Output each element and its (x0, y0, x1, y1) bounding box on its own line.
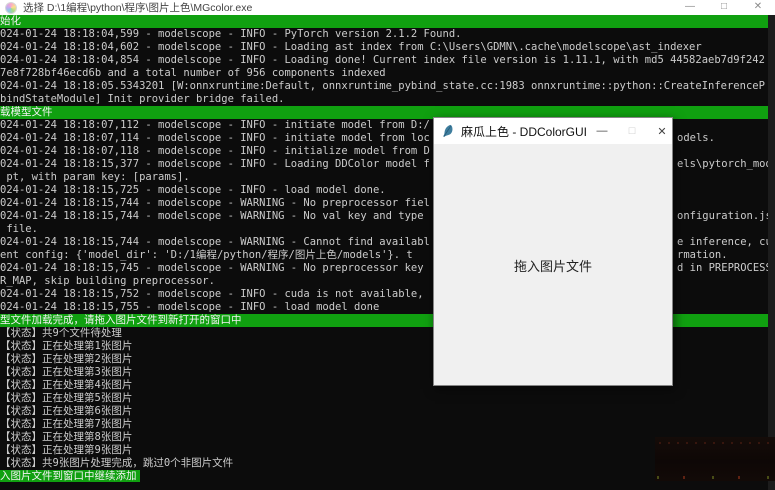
minimize-button[interactable]: — (673, 0, 707, 15)
dark-image-artifact (655, 437, 775, 481)
console-line: 024-01-24 18:18:04,602 - modelscope - IN… (0, 41, 775, 54)
ddcolor-window-controls: — □ ✕ (587, 118, 677, 144)
artifact-specks-top (659, 442, 771, 444)
ddcolor-gui-window: 麻瓜上色 - DDColorGUI — □ ✕ 拖入图片文件 (433, 117, 673, 386)
console-scrollbar[interactable] (768, 15, 775, 490)
drop-area-label: 拖入图片文件 (514, 256, 592, 275)
tk-feather-icon (441, 124, 455, 138)
console-line: 024-01-24 18:18:05.5343201 [W:onnxruntim… (0, 80, 775, 93)
maximize-button[interactable]: □ (617, 125, 647, 137)
console-line-right-fragment: els\pytorch_mode (677, 158, 775, 171)
image-drop-area[interactable]: 拖入图片文件 (434, 145, 672, 385)
console-window-title: 选择 D:\1编程\python\程序\图片上色\MGcolor.exe (23, 0, 252, 15)
console-title-bar: 选择 D:\1编程\python\程序\图片上色\MGcolor.exe — □… (0, 0, 775, 15)
minimize-button[interactable]: — (587, 125, 617, 137)
console-line: 【状态】正在处理第7张图片 (0, 418, 775, 431)
ddcolor-window-title: 麻瓜上色 - DDColorGUI (461, 123, 587, 140)
console-line-right-fragment: rmation. (677, 249, 728, 262)
close-button[interactable]: ✕ (647, 125, 677, 138)
console-line-right-fragment: e inference, cur (677, 236, 775, 249)
console-window-controls: — □ ✕ (673, 0, 775, 15)
console-line: 【状态】正在处理第5张图片 (0, 392, 775, 405)
app-icon (5, 2, 17, 14)
console-line: 【状态】正在处理第6张图片 (0, 405, 775, 418)
maximize-button[interactable]: □ (707, 0, 741, 15)
console-line: 024-01-24 18:18:04,854 - modelscope - IN… (0, 54, 775, 67)
console-line: 024-01-24 18:18:04,599 - modelscope - IN… (0, 28, 775, 41)
close-button[interactable]: ✕ (741, 0, 775, 15)
console-line: 7e8f728bf46ecd6b and a total number of 9… (0, 67, 775, 80)
artifact-specks-bottom (657, 476, 773, 479)
console-line: bindStateModule] Init provider bridge fa… (0, 93, 775, 106)
console-line-right-fragment: onfiguration.jso (677, 210, 775, 223)
console-line-right-fragment: d in PREPROCESS (677, 262, 772, 275)
ddcolor-title-bar[interactable]: 麻瓜上色 - DDColorGUI — □ ✕ (434, 118, 672, 144)
console-line-right-fragment: odels. (677, 132, 715, 145)
console-line: 始化 (0, 15, 775, 28)
